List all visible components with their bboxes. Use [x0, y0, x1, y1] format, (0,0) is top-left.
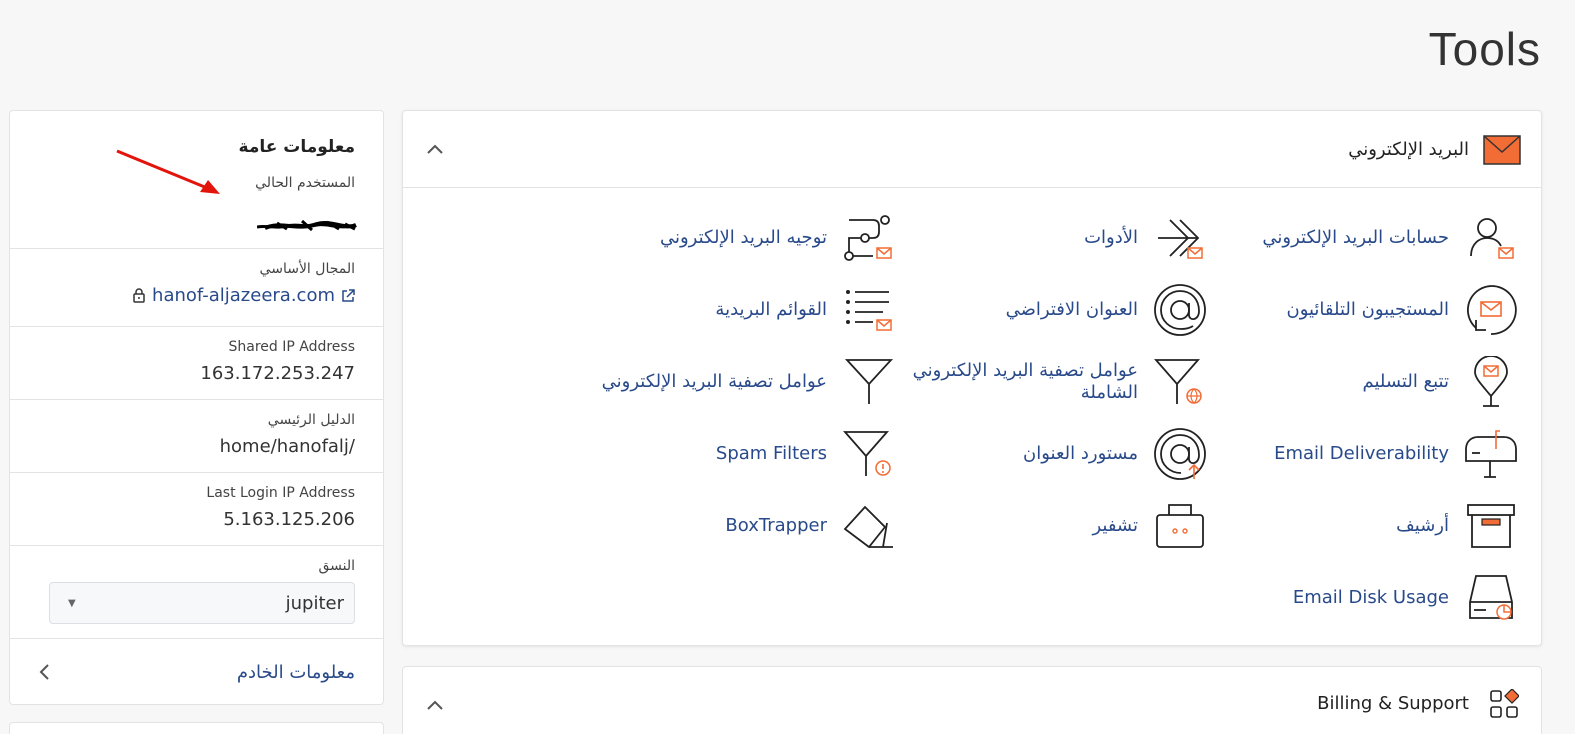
chevron-up-icon[interactable]: [425, 695, 445, 715]
page-title: Tools: [1428, 23, 1541, 75]
email-tool-item[interactable]: توجيه البريد الإلكتروني: [599, 207, 899, 269]
sidebar-next-card: [9, 722, 384, 734]
email-tool-label: Spam Filters: [715, 443, 827, 464]
email-tool-item[interactable]: عوامل تصفية البريد الإلكتروني الشاملة: [910, 351, 1210, 413]
shared-ip-label: Shared IP Address: [228, 339, 355, 355]
address-importer-icon: [1154, 428, 1206, 480]
server-info-label: معلومات الخادم: [236, 661, 355, 683]
email-tool-item[interactable]: تشفير: [910, 495, 1210, 557]
email-panel: البريد الإلكتروني حسابات البريد الإلكترو…: [402, 110, 1542, 646]
redacted-username: [257, 219, 357, 232]
last-login-value: 5.163.125.206: [223, 509, 355, 530]
email-tool-label: حسابات البريد الإلكتروني: [1262, 227, 1449, 248]
email-tool-item[interactable]: Spam Filters: [599, 423, 899, 485]
email-panel-title: البريد الإلكتروني: [1348, 139, 1469, 160]
email-accounts-icon: [1470, 218, 1514, 259]
email-tool-item[interactable]: مستورد العنوان: [910, 423, 1210, 485]
boxtrapper-icon: [843, 505, 893, 549]
email-tool-label: تشفير: [1092, 515, 1138, 536]
billing-support-title: Billing & Support: [1317, 693, 1469, 714]
home-directory-value: home/hanofalj/: [219, 436, 355, 457]
mailing-lists-icon: [846, 290, 892, 331]
last-login-section: Last Login IP Address 5.163.125.206: [10, 473, 383, 546]
email-tool-label: تتبع التسليم: [1362, 371, 1449, 392]
archive-icon: [1467, 504, 1515, 548]
email-tool-item[interactable]: الأدوات: [910, 207, 1210, 269]
general-info-sidebar: معلومات عامة المستخدم الحالي المجال الأس…: [9, 110, 384, 705]
track-delivery-icon: [1474, 356, 1508, 407]
billing-support-icon: [1490, 689, 1519, 718]
chevron-up-icon[interactable]: [425, 139, 445, 159]
spam-filters-icon: [843, 431, 891, 476]
shared-ip-value: 163.172.253.247: [200, 363, 355, 384]
primary-domain-link[interactable]: hanof-aljazeera.com: [152, 285, 335, 306]
email-tool-label: عوامل تصفية البريد الإلكتروني الشاملة: [912, 360, 1138, 403]
email-tool-item[interactable]: العنوان الافتراضي: [910, 279, 1210, 341]
email-tool-item[interactable]: المستجيبون التلقائيون: [1221, 279, 1521, 341]
email-routing-icon: [844, 215, 892, 261]
encryption-icon: [1156, 504, 1204, 548]
email-tool-label: توجيه البريد الإلكتروني: [659, 227, 827, 248]
home-directory-section: الدليل الرئيسي home/hanofalj/: [10, 400, 383, 473]
email-tool-item[interactable]: BoxTrapper: [599, 495, 899, 557]
theme-section: النسق jupiter ▼: [10, 546, 383, 639]
email-tool-item[interactable]: Email Disk Usage: [1221, 567, 1521, 629]
email-tool-label: المستجيبون التلقائيون: [1286, 299, 1449, 320]
annotation-arrow-icon: [116, 149, 220, 194]
last-login-label: Last Login IP Address: [206, 485, 355, 501]
email-tool-label: القوائم البريدية: [715, 299, 827, 320]
email-tool-item[interactable]: Email Deliverability: [1221, 423, 1521, 485]
email-tool-label: العنوان الافتراضي: [1005, 299, 1138, 320]
primary-domain-section: المجال الأساسي hanof-aljazeera.com: [10, 249, 383, 327]
primary-domain-label: المجال الأساسي: [259, 261, 355, 277]
email-filters-icon: [844, 359, 894, 404]
home-directory-label: الدليل الرئيسي: [267, 412, 355, 428]
shared-ip-section: Shared IP Address 163.172.253.247: [10, 327, 383, 400]
email-envelope-icon: [1483, 135, 1521, 165]
email-tool-item[interactable]: أرشيف: [1221, 495, 1521, 557]
caret-down-icon: ▼: [68, 597, 76, 609]
theme-select[interactable]: jupiter ▼: [49, 582, 355, 624]
theme-select-value: jupiter: [285, 592, 344, 614]
email-tool-label: مستورد العنوان: [1023, 443, 1138, 464]
lock-icon: [133, 288, 145, 303]
chevron-left-icon: [39, 664, 49, 680]
global-filters-icon: [1154, 359, 1202, 404]
disk-usage-icon: [1469, 575, 1513, 620]
email-panel-header[interactable]: البريد الإلكتروني: [403, 111, 1541, 188]
server-info-row[interactable]: معلومات الخادم: [10, 639, 383, 705]
email-tool-label: عوامل تصفية البريد الإلكتروني: [601, 371, 827, 392]
external-link-icon[interactable]: [341, 288, 355, 303]
theme-label: النسق: [318, 558, 355, 574]
email-tool-item[interactable]: تتبع التسليم: [1221, 351, 1521, 413]
email-tool-item[interactable]: حسابات البريد الإلكتروني: [1221, 207, 1521, 269]
billing-support-panel[interactable]: Billing & Support: [402, 666, 1542, 734]
email-tool-label: أرشيف: [1396, 515, 1449, 536]
email-tool-item[interactable]: عوامل تصفية البريد الإلكتروني: [599, 351, 899, 413]
deliverability-icon: [1465, 430, 1517, 478]
email-tool-label: Email Deliverability: [1274, 443, 1449, 464]
email-tool-label: الأدوات: [1084, 227, 1138, 248]
email-tool-label: Email Disk Usage: [1292, 587, 1449, 608]
forwarders-icon: [1158, 219, 1203, 259]
autoresponders-icon: [1466, 285, 1517, 335]
default-address-icon: [1154, 284, 1206, 336]
email-tool-label: BoxTrapper: [725, 515, 827, 536]
email-tool-item[interactable]: القوائم البريدية: [599, 279, 899, 341]
